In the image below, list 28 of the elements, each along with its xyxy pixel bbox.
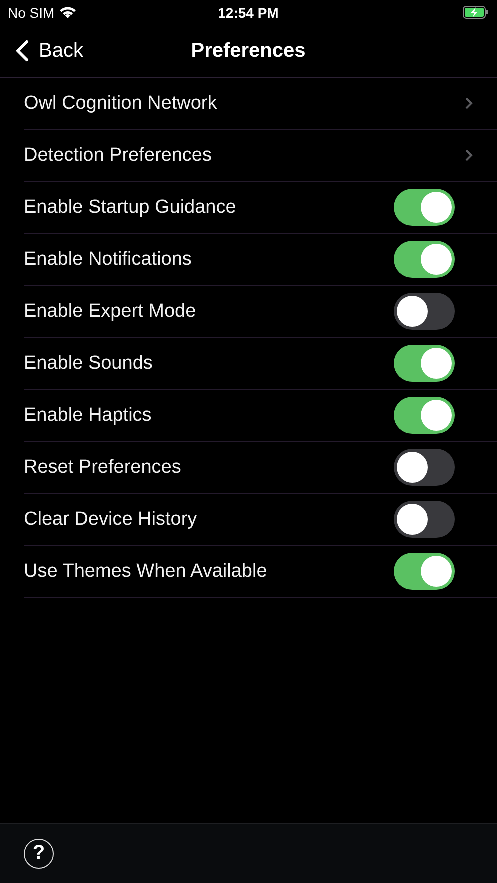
setting-label: Enable Sounds xyxy=(24,352,153,374)
toggle-switch[interactable] xyxy=(394,241,455,278)
toggle-switch[interactable] xyxy=(394,553,455,590)
setting-label: Enable Expert Mode xyxy=(24,300,196,322)
back-button[interactable]: Back xyxy=(12,40,88,62)
list-item[interactable]: Detection Preferences xyxy=(24,130,497,182)
setting-label: Enable Haptics xyxy=(24,404,152,426)
setting-label: Clear Device History xyxy=(24,508,198,530)
screen-title: Preferences xyxy=(191,40,306,62)
toggle-switch[interactable] xyxy=(394,449,455,486)
chevron-icon xyxy=(16,40,29,62)
chevron-icon xyxy=(465,149,473,162)
toggle-switch[interactable] xyxy=(394,501,455,538)
list-item[interactable]: Owl Cognition Network xyxy=(24,78,497,130)
setting-label: Enable Startup Guidance xyxy=(24,196,236,218)
chevron-icon xyxy=(465,97,473,110)
setting-label: Reset Preferences xyxy=(24,456,182,478)
help-button[interactable]: ? xyxy=(24,838,54,868)
battery-icon xyxy=(462,6,489,19)
toggle-switch[interactable] xyxy=(394,189,455,226)
status-time: 12:54 PM xyxy=(218,4,279,20)
setting-label: Enable Notifications xyxy=(24,248,192,270)
toggle-switch[interactable] xyxy=(394,397,455,434)
setting-label: Use Themes When Available xyxy=(24,560,268,582)
toggle-switch[interactable] xyxy=(394,345,455,382)
carrier-label: No SIM xyxy=(8,4,55,20)
toggle-switch[interactable] xyxy=(394,293,455,330)
wifi-icon xyxy=(58,6,77,19)
